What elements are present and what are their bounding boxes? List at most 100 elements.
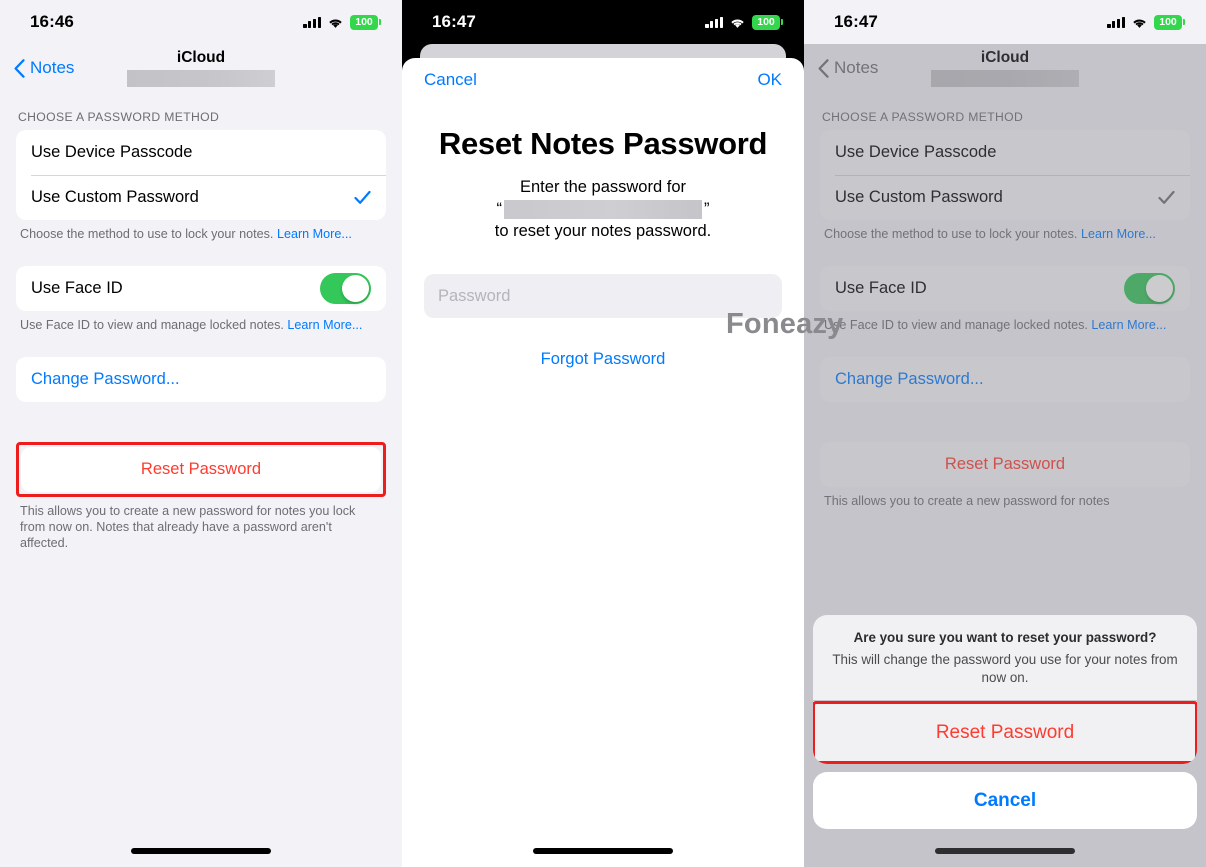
group-header-password-method: CHOOSE A PASSWORD METHOD — [822, 110, 1024, 124]
row-label: Reset Password — [140, 460, 262, 478]
footnote-text: Choose the method to use to lock your no… — [20, 227, 277, 241]
status-time: 16:46 — [30, 12, 74, 31]
sheet-ok-button[interactable]: OK — [757, 70, 782, 90]
action-sheet-reset-password-button[interactable]: Reset Password — [815, 704, 1195, 761]
subtitle-line-2: “ ” — [424, 198, 782, 220]
footnote-reset-password: This allows you to create a new password… — [20, 504, 356, 550]
reset-password-card: Reset Password — [21, 447, 381, 492]
home-indicator[interactable] — [533, 848, 673, 854]
checkmark-icon — [1158, 189, 1175, 206]
row-label: Use Custom Password — [835, 188, 1003, 206]
sheet-title: Reset Notes Password — [438, 126, 768, 161]
back-button-notes[interactable]: Notes — [818, 58, 878, 78]
row-use-custom-password[interactable]: Use Custom Password — [16, 175, 386, 220]
account-redaction-bar — [931, 70, 1079, 87]
checkmark-icon — [354, 189, 371, 206]
phone-panel-left: 16:46 100 Notes iCloud CHOOSE A PASSWORD… — [0, 0, 402, 867]
password-input[interactable]: Password — [424, 274, 782, 318]
status-icons: 100 — [705, 14, 783, 30]
row-use-device-passcode[interactable]: Use Device Passcode — [16, 130, 386, 175]
password-method-card: Use Device Passcode Use Custom Password — [820, 130, 1190, 220]
row-label: Change Password... — [31, 370, 180, 388]
status-icons: 100 — [303, 14, 381, 30]
password-method-card: Use Device Passcode Use Custom Password — [16, 130, 386, 220]
row-use-device-passcode[interactable]: Use Device Passcode — [820, 130, 1190, 175]
home-indicator[interactable] — [935, 848, 1075, 854]
row-use-face-id[interactable]: Use Face ID — [820, 266, 1190, 311]
sheet-cancel-button[interactable]: Cancel — [424, 70, 477, 90]
screenshot-stage: 16:46 100 Notes iCloud CHOOSE A PASSWORD… — [0, 0, 1206, 867]
phone-panel-middle: 16:47 100 Cancel OK Reset Notes Password… — [402, 0, 804, 867]
status-bar: 16:47 100 — [804, 0, 1206, 44]
face-id-toggle[interactable] — [1124, 273, 1175, 304]
row-use-face-id[interactable]: Use Face ID — [16, 266, 386, 311]
back-button-notes[interactable]: Notes — [14, 58, 74, 78]
reset-password-button[interactable]: Reset Password — [21, 447, 381, 492]
forgot-password-link[interactable]: Forgot Password — [424, 350, 782, 369]
status-bar: 16:46 100 — [0, 0, 402, 44]
row-change-password[interactable]: Change Password... — [16, 357, 386, 402]
reset-notes-password-sheet: Cancel OK Reset Notes Password Enter the… — [402, 58, 804, 867]
row-use-custom-password[interactable]: Use Custom Password — [820, 175, 1190, 220]
footnote-text: Use Face ID to view and manage locked no… — [824, 318, 1092, 332]
account-redaction-bar — [127, 70, 275, 87]
row-label: Use Device Passcode — [31, 143, 193, 161]
footnote-text: Use Face ID to view and manage locked no… — [20, 318, 288, 332]
sheet-subtitle: Enter the password for “ ” to reset your… — [424, 176, 782, 242]
navigation-bar: Notes iCloud — [0, 44, 402, 92]
cellular-bars-icon — [303, 16, 321, 28]
row-label: Use Device Passcode — [835, 143, 997, 161]
change-password-card: Change Password... — [820, 357, 1190, 402]
cellular-bars-icon — [1107, 16, 1125, 28]
footnote-face-id: Use Face ID to view and manage locked no… — [820, 311, 1190, 333]
learn-more-link[interactable]: Learn More... — [287, 318, 362, 332]
group-header-password-method: CHOOSE A PASSWORD METHOD — [18, 110, 220, 124]
home-indicator[interactable] — [131, 848, 271, 854]
chevron-left-icon — [818, 58, 829, 78]
subtitle-line-3: to reset your notes password. — [494, 222, 712, 240]
wifi-icon — [327, 16, 344, 28]
learn-more-link[interactable]: Learn More... — [1081, 227, 1156, 241]
cellular-bars-icon — [705, 16, 723, 28]
action-sheet-message: This will change the password you use fo… — [832, 652, 1178, 685]
back-button-label: Notes — [834, 58, 879, 77]
battery-level: 100 — [355, 16, 373, 28]
footnote-reset-password: This allows you to create a new password… — [824, 494, 1110, 508]
action-sheet-title: Are you sure you want to reset your pass… — [853, 630, 1157, 645]
row-label: Use Custom Password — [31, 188, 199, 206]
footnote-text: Choose the method to use to lock your no… — [824, 227, 1081, 241]
status-time: 16:47 — [432, 12, 476, 31]
chevron-left-icon — [14, 58, 25, 78]
row-label: Use Face ID — [835, 279, 927, 297]
quote-open: “ — [496, 200, 503, 218]
battery-icon: 100 — [350, 14, 381, 30]
faceid-card: Use Face ID — [820, 266, 1190, 311]
row-label: Change Password... — [835, 370, 984, 388]
learn-more-link[interactable]: Learn More... — [1091, 318, 1166, 332]
password-placeholder: Password — [438, 286, 511, 305]
face-id-toggle[interactable] — [320, 273, 371, 304]
wifi-icon — [1131, 16, 1148, 28]
battery-level: 100 — [1159, 16, 1177, 28]
sheet-toolbar: Cancel OK — [424, 58, 782, 102]
subtitle-line-1: Enter the password for — [520, 178, 686, 196]
reset-password-highlight: Reset Password — [813, 701, 1197, 764]
status-bar: 16:47 100 — [402, 0, 804, 44]
action-sheet-cancel-button[interactable]: Cancel — [813, 772, 1197, 829]
navigation-bar: Notes iCloud — [804, 44, 1206, 92]
reset-password-button[interactable]: Reset Password — [820, 442, 1190, 487]
learn-more-link[interactable]: Learn More... — [277, 227, 352, 241]
settings-content: CHOOSE A PASSWORD METHOD Use Device Pass… — [0, 92, 402, 551]
quote-close: ” — [704, 200, 710, 218]
toggle-knob — [1146, 275, 1173, 302]
footnote-password-method: Choose the method to use to lock your no… — [820, 220, 1190, 242]
back-button-label: Notes — [30, 58, 75, 77]
reset-password-card: Reset Password — [820, 442, 1190, 487]
status-time: 16:47 — [834, 12, 878, 31]
row-change-password[interactable]: Change Password... — [820, 357, 1190, 402]
action-sheet-card: Are you sure you want to reset your pass… — [813, 615, 1197, 764]
